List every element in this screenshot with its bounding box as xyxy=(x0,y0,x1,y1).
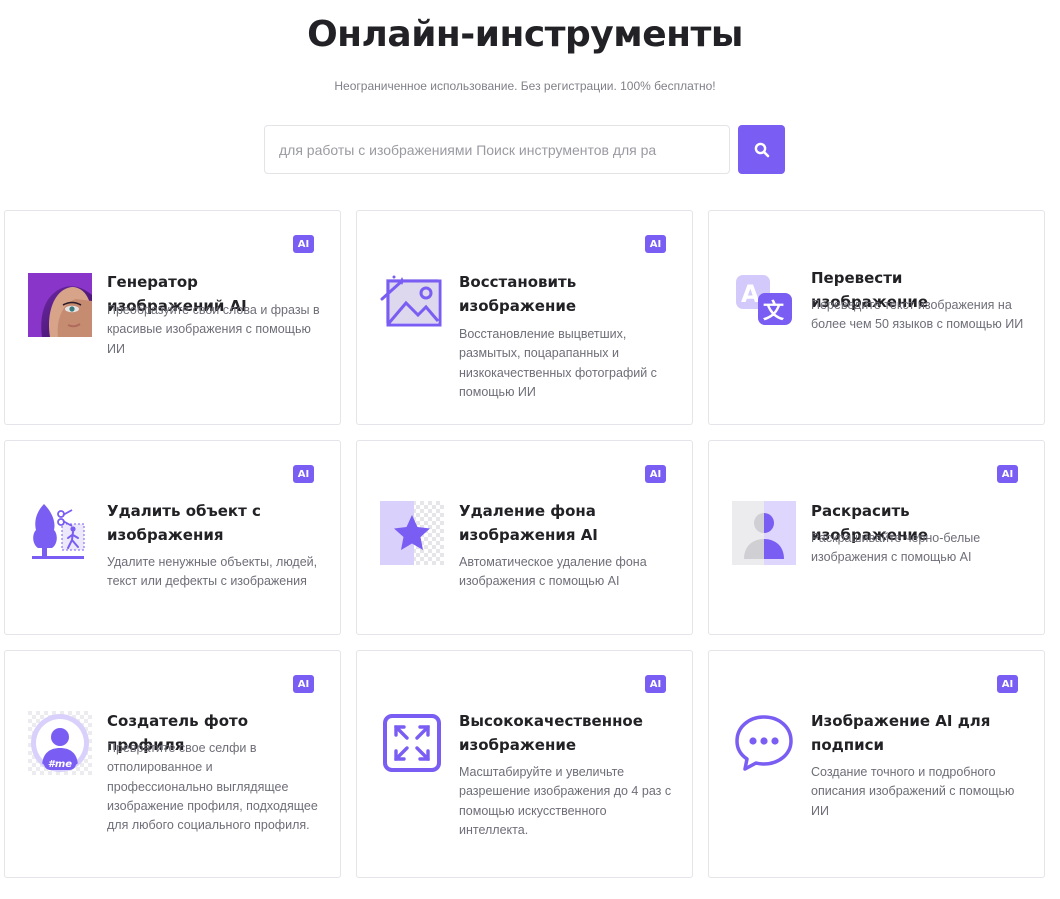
tool-description: Превратите свое селфи в отполированное и… xyxy=(107,741,318,833)
tool-description: Переведите текст изображения на более че… xyxy=(811,298,1024,332)
ai-badge: AI xyxy=(293,235,314,253)
tool-card-colorize-image[interactable]: AI Раскрасить изображение Раскрашивайте … xyxy=(708,440,1045,635)
tool-card-image-captioning[interactable]: AI Изображение AI для подписи Создание т… xyxy=(708,650,1045,878)
colorize-icon xyxy=(732,501,796,565)
svg-text:A: A xyxy=(741,280,760,308)
remove-object-icon xyxy=(28,500,92,564)
tool-card-restore-image[interactable]: AI Восстановить изображение Восстановлен… xyxy=(356,210,693,425)
tool-description: Раскрашивайте черно-белые изображения с … xyxy=(811,531,981,565)
tool-card-translate-image[interactable]: A 文 Перевести изображение Переведите тек… xyxy=(708,210,1045,425)
svg-text:#me: #me xyxy=(48,759,72,770)
tool-title: Восстановить изображение xyxy=(459,273,577,315)
page-title: Онлайн-инструменты xyxy=(307,14,743,55)
tool-title: Удалить объект с изображения xyxy=(107,502,261,544)
ai-badge: AI xyxy=(645,235,666,253)
profile-photo-icon: #me xyxy=(28,711,92,775)
tool-card-remove-object[interactable]: AI Удалить объект с изображения Удалите … xyxy=(4,440,341,635)
tool-card-profile-photo-maker[interactable]: AI #me Создатель фото профиля Превратите xyxy=(4,650,341,878)
ai-badge: AI xyxy=(997,465,1018,483)
chat-bubble-icon xyxy=(732,711,796,775)
tool-card-upscale-image[interactable]: AI Высококачественное изображение Масшта… xyxy=(356,650,693,878)
svg-text:文: 文 xyxy=(763,299,785,323)
translate-icon: A 文 xyxy=(732,271,796,335)
ai-badge: AI xyxy=(293,465,314,483)
tool-description: Автоматическое удаление фона изображения… xyxy=(459,555,647,589)
search-input[interactable] xyxy=(279,141,715,158)
tool-card-ai-image-generator[interactable]: AI Генератор изображений AI Преобразуйте… xyxy=(4,210,341,425)
tool-description: Восстановление выцветших, размытых, поца… xyxy=(459,327,657,399)
tool-title: Высококачественное изображение xyxy=(459,712,643,754)
search-icon xyxy=(754,142,769,157)
tool-title: Изображение AI для подписи xyxy=(811,712,991,754)
page-subtitle: Неограниченное использование. Без регист… xyxy=(334,79,716,93)
tool-description: Удалите ненужные объекты, людей, текст и… xyxy=(107,555,318,589)
tool-title: Удаление фона изображения AI xyxy=(459,502,598,544)
tool-description: Преобразуйте свои слова и фразы в красив… xyxy=(107,303,320,356)
tool-description: Масштабируйте и увеличьте разрешение изо… xyxy=(459,765,672,837)
search-button[interactable] xyxy=(738,125,785,174)
ai-badge: AI xyxy=(645,675,666,693)
ai-badge: AI xyxy=(293,675,314,693)
upscale-icon xyxy=(380,711,444,775)
background-remove-icon xyxy=(380,501,444,565)
ai-badge: AI xyxy=(645,465,666,483)
magic-wand-image-icon xyxy=(380,273,444,337)
search-box xyxy=(264,125,730,174)
tool-card-remove-background[interactable]: AI Удаление фона изображения AI Автомати… xyxy=(356,440,693,635)
tool-description: Создание точного и подробного описания и… xyxy=(811,765,1015,818)
ai-portrait-image xyxy=(28,273,92,337)
ai-badge: AI xyxy=(997,675,1018,693)
